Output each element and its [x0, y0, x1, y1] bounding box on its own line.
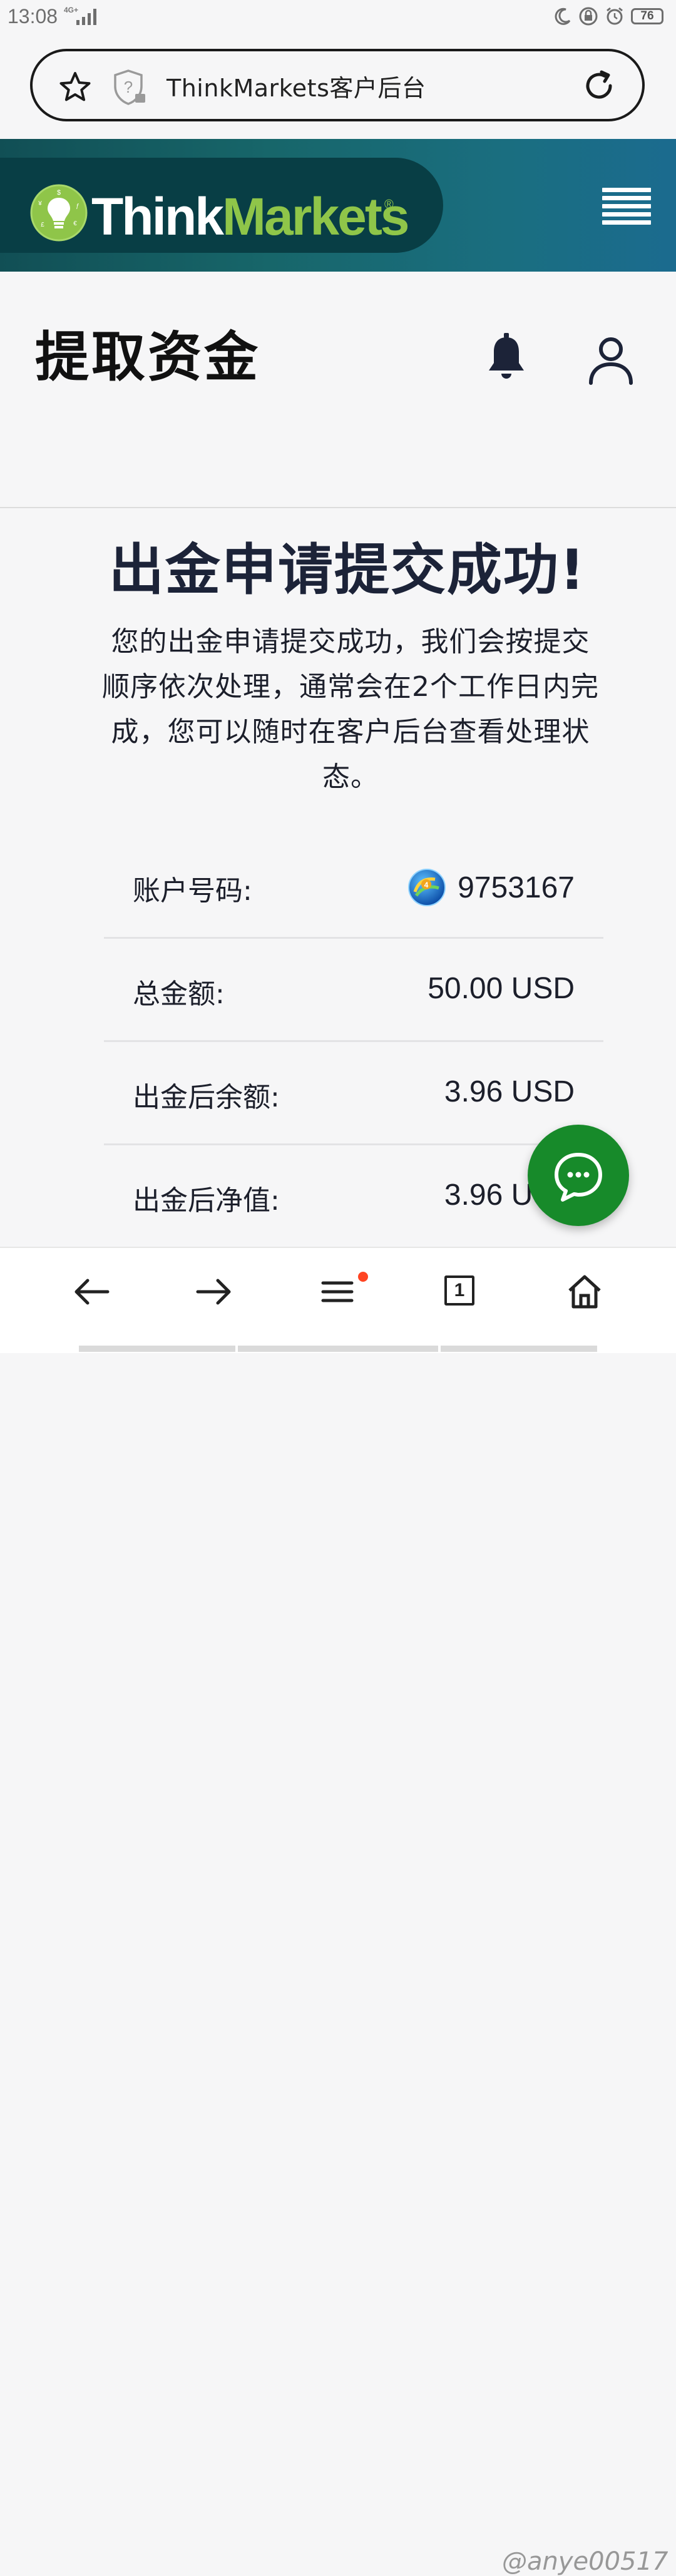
svg-text:ƒ: ƒ: [76, 203, 79, 210]
battery-indicator: 76: [631, 8, 663, 24]
detail-row-account: 账户号码: 4 9753167: [104, 836, 603, 939]
detail-row-balance: 出金后余额: 3.96 USD: [104, 1042, 603, 1145]
logo-markets-text: Markets: [222, 187, 410, 246]
success-description: 您的出金申请提交成功，我们会按提交顺序依次处理，通常会在2个工作日内完成，您可以…: [102, 626, 599, 793]
account-number: 9753167: [458, 871, 575, 904]
user-icon[interactable]: [587, 335, 635, 386]
divider: [0, 507, 676, 508]
moon-icon: [555, 8, 571, 25]
svg-text:€: €: [73, 220, 77, 227]
status-time: 13:08: [8, 5, 58, 28]
lock-rotation-icon: [579, 7, 598, 26]
status-icons: 76: [553, 6, 663, 26]
browser-bottom-nav: 1 @anye00517: [0, 1247, 676, 2576]
detail-value: 4 9753167: [407, 868, 575, 907]
registered-mark: ®: [384, 198, 394, 212]
success-title: 出金申请提交成功!: [108, 538, 586, 602]
chat-button[interactable]: [528, 1125, 629, 1226]
nav-strip: [79, 1346, 235, 1352]
status-bar: 13:08 4G+ 76: [0, 0, 676, 36]
menu-icon[interactable]: [320, 1277, 354, 1307]
alarm-icon: [607, 7, 623, 25]
detail-value: 3.96 USD: [444, 1075, 575, 1108]
hamburger-menu-icon[interactable]: [602, 188, 651, 227]
reload-icon[interactable]: [581, 68, 617, 104]
site-header: $ ¥ ƒ £ € ThinkMarkets ®: [0, 139, 676, 272]
svg-text:$: $: [57, 189, 61, 197]
metatrader4-icon: 4: [408, 869, 446, 906]
watermark: @anye00517: [502, 2547, 668, 2576]
detail-label: 总金额:: [133, 978, 225, 1010]
shield-question-icon[interactable]: ?: [113, 69, 146, 106]
home-icon[interactable]: [566, 1273, 603, 1309]
forward-arrow-icon[interactable]: [195, 1277, 233, 1307]
nav-strip: [238, 1346, 438, 1352]
svg-text:4: 4: [424, 881, 429, 889]
svg-text:£: £: [41, 222, 44, 228]
detail-value: 50.00 USD: [428, 972, 575, 1005]
lightbulb-logo-icon: $ ¥ ƒ £ €: [30, 184, 88, 242]
svg-text:¥: ¥: [38, 200, 42, 207]
detail-label: 账户号码:: [133, 875, 252, 907]
nav-strip: [441, 1346, 597, 1352]
detail-row-total: 总金额: 50.00 USD: [104, 939, 603, 1042]
notification-dot: [358, 1272, 368, 1282]
signal-icon: [76, 9, 96, 25]
address-title[interactable]: ThinkMarkets客户后台: [166, 69, 426, 103]
bell-icon[interactable]: [484, 332, 528, 383]
star-icon[interactable]: [58, 70, 93, 105]
page-title: 提取资金: [35, 326, 260, 389]
detail-label: 出金后余额:: [133, 1081, 280, 1113]
logo-wordmark: ThinkMarkets: [91, 187, 410, 246]
address-bar[interactable]: ? ThinkMarkets客户后台: [30, 49, 645, 121]
logo-think-text: Think: [91, 187, 224, 246]
detail-label: 出金后净值:: [133, 1185, 280, 1217]
chat-bubble-icon: [555, 1153, 602, 1202]
detail-row-equity: 出金后净值: 3.96 USD: [104, 1145, 603, 1249]
tabs-icon[interactable]: 1: [444, 1275, 474, 1306]
svg-text:?: ?: [124, 78, 133, 96]
back-arrow-icon[interactable]: [73, 1277, 110, 1307]
logo[interactable]: $ ¥ ƒ £ € ThinkMarkets ®: [0, 158, 443, 253]
